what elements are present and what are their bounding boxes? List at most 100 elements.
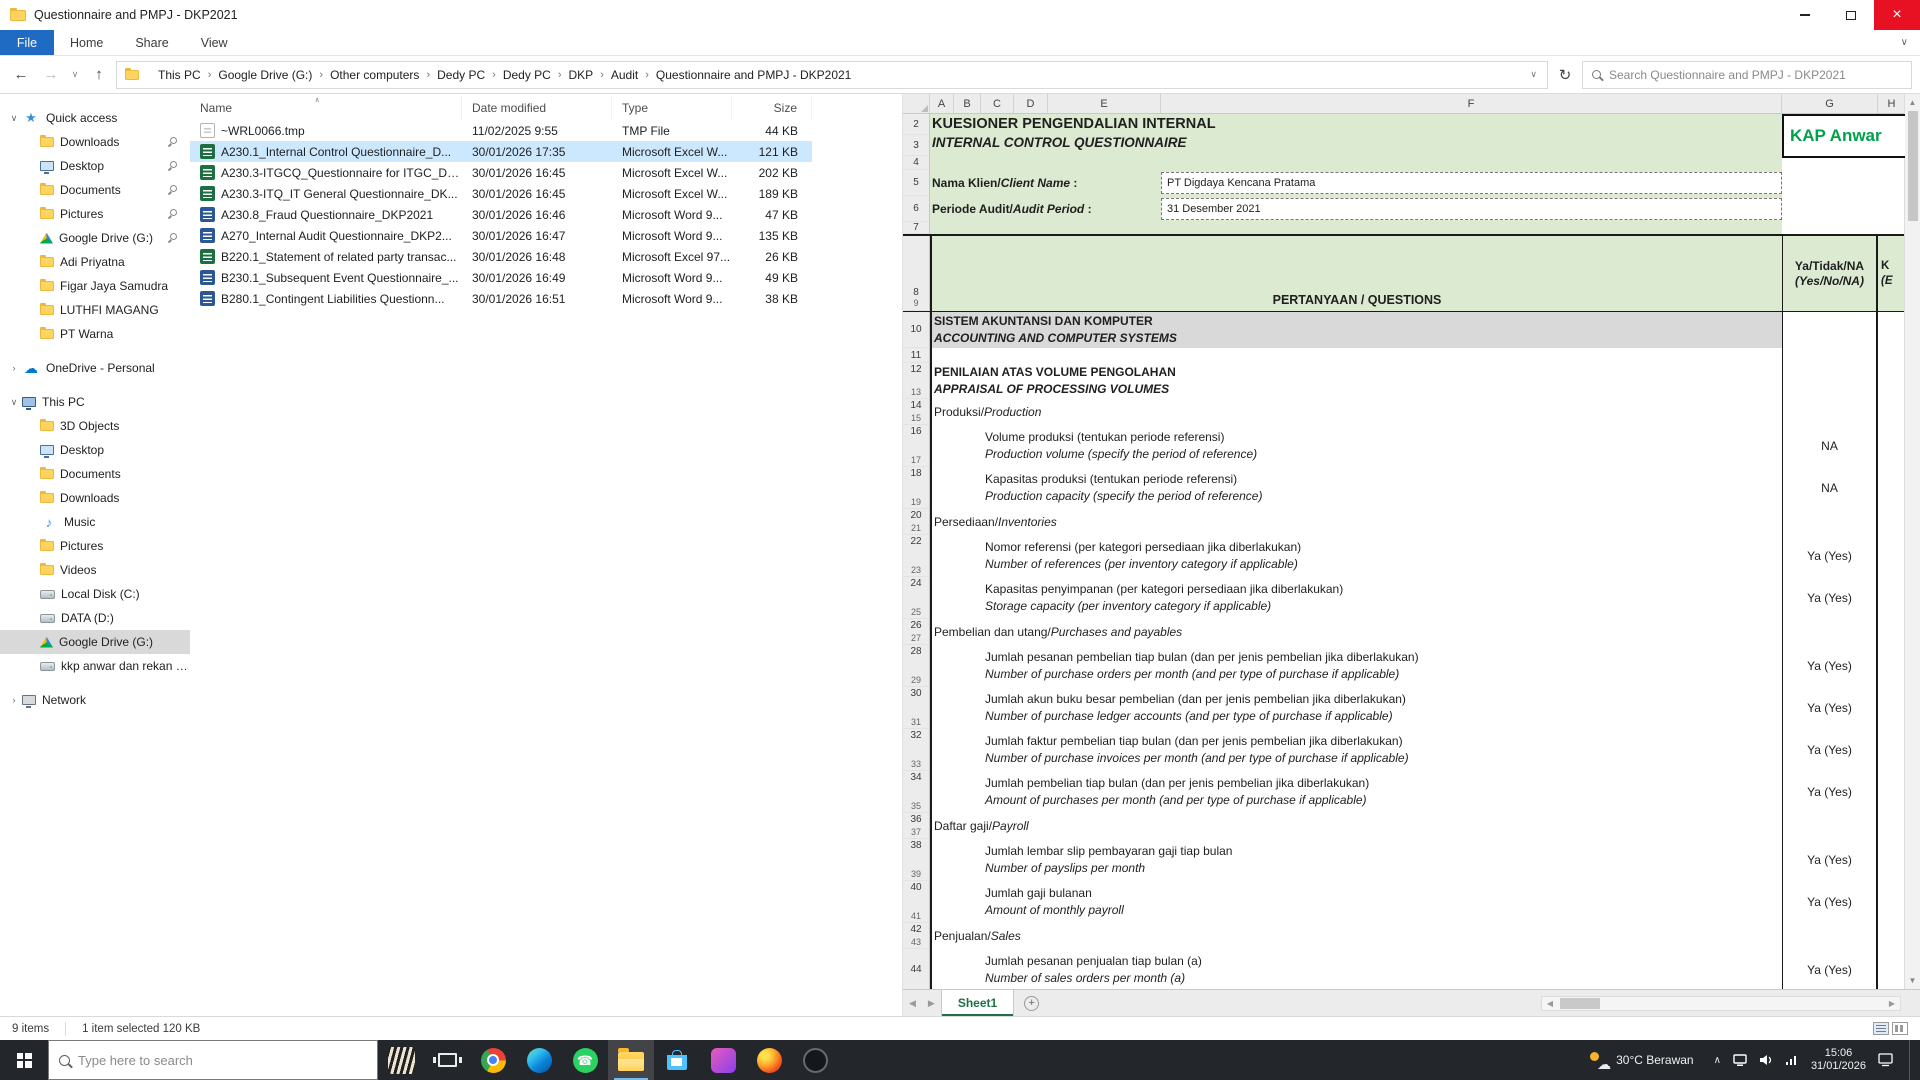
sheet-row[interactable]: 4041Jumlah gaji bulananAmount of monthly… [903,881,1905,923]
row-number[interactable]: 2223 [903,535,930,577]
sidebar-item[interactable]: Pictures [0,534,190,558]
start-button[interactable] [0,1040,48,1080]
sheet-row[interactable]: 3233Jumlah faktur pembelian tiap bulan (… [903,729,1905,771]
column-header-F[interactable]: F [1161,94,1782,113]
file-row[interactable]: A230.1_Internal Control Questionnaire_D.… [190,141,812,162]
row-number[interactable]: 2021 [903,509,930,535]
sheet-prev-icon[interactable]: ◀ [903,998,922,1009]
sheet-row[interactable]: 1819Kapasitas produksi (tentukan periode… [903,467,1905,509]
column-header-G[interactable]: G [1782,94,1878,113]
row-number[interactable]: 2627 [903,619,930,645]
address-bar[interactable]: This PC›Google Drive (G:)›Other computer… [116,61,1548,89]
taskbar-app-purple[interactable] [700,1040,746,1080]
row-number[interactable]: 10 [903,312,930,348]
tab-share[interactable]: Share [119,30,184,55]
maximize-button[interactable] [1828,0,1874,30]
file-row[interactable]: B280.1_Contingent Liabilities Questionn.… [190,288,812,309]
taskbar-search[interactable] [48,1040,378,1080]
sidebar-item[interactable]: DATA (D:) [0,606,190,630]
sidebar-item[interactable]: Google Drive (G:) [0,630,190,654]
chevron-icon[interactable]: ∨ [6,113,22,124]
sidebar-section-network[interactable]: ›Network [0,688,190,712]
vertical-scrollbar[interactable]: ▲ ▼ [1904,94,1920,989]
sheet-row[interactable]: 2KUESIONER PENGENDALIAN INTERNAL [903,114,1905,135]
column-header-A[interactable]: A [930,94,954,113]
sidebar-item[interactable]: Music [0,510,190,534]
vertical-scroll-thumb[interactable] [1908,111,1918,221]
row-number[interactable]: 11 [903,348,930,363]
horizontal-scroll-thumb[interactable] [1560,998,1600,1009]
answer-cell[interactable]: Ya (Yes) [1782,839,1878,881]
select-all-corner[interactable] [903,94,930,113]
row-number[interactable]: 2425 [903,577,930,619]
file-row[interactable]: ~WRL0066.tmp11/02/2025 9:55TMP File44 KB [190,120,812,141]
sheet-tab[interactable]: Sheet1 [941,990,1014,1016]
column-header-D[interactable]: D [1014,94,1048,113]
breadcrumb-item[interactable]: Questionnaire and PMPJ - DKP2021 [649,68,858,82]
breadcrumb-item[interactable]: Dedy PC [496,68,558,82]
close-button[interactable]: × [1874,0,1920,30]
sidebar-item[interactable]: Figar Jaya Samudra [0,274,190,298]
forward-button[interactable]: → [38,66,64,83]
volume-icon[interactable] [1759,1054,1773,1066]
sidebar-item[interactable]: Google Drive (G:) [0,226,190,250]
file-menu[interactable]: File [0,30,54,55]
taskbar-file-explorer[interactable] [608,1040,654,1080]
scroll-left-icon[interactable]: ◀ [1542,999,1558,1008]
row-number[interactable]: 1819 [903,467,930,509]
sidebar-item[interactable]: LUTHFI MAGANG [0,298,190,322]
sheet-row[interactable]: 89PERTANYAAN / QUESTIONSYa/Tidak/NA(Yes/… [903,234,1905,312]
breadcrumb-item[interactable]: Audit [604,68,645,82]
sheet-row[interactable]: 3435Jumlah pembelian tiap bulan (dan per… [903,771,1905,813]
search-input[interactable] [1609,68,1902,82]
row-number[interactable]: 2 [903,114,930,135]
answer-cell[interactable]: NA [1782,467,1878,509]
column-header-size[interactable]: Size [732,96,812,120]
row-number[interactable]: 7 [903,222,930,234]
add-sheet-icon[interactable]: + [1024,996,1039,1011]
sheet-row[interactable]: 6Periode Audit/Audit Period :31 Desember… [903,196,1905,222]
history-dropdown-icon[interactable]: ∨ [68,69,82,80]
sheet-row[interactable]: 1617Volume produksi (tentukan periode re… [903,425,1905,467]
sheet-row[interactable]: 44Jumlah pesanan penjualan tiap bulan (a… [903,949,1905,989]
scroll-down-icon[interactable]: ▼ [1909,972,1917,989]
file-row[interactable]: A230.3-ITGCQ_Questionnaire for ITGC_DK..… [190,162,812,183]
row-number[interactable]: 3637 [903,813,930,839]
tab-home[interactable]: Home [54,30,119,55]
sidebar-section-this-pc[interactable]: ∨This PC [0,390,190,414]
row-number[interactable]: 3031 [903,687,930,729]
sheet-row[interactable]: 3INTERNAL CONTROL QUESTIONNAIRE [903,135,1905,156]
hidden-icons-chevron[interactable]: ∧ [1714,1055,1721,1066]
clock[interactable]: 15:06 31/01/2026 [1811,1047,1866,1073]
sheet-row[interactable]: 3031Jumlah akun buku besar pembelian (da… [903,687,1905,729]
sidebar-item[interactable]: Downloads [0,486,190,510]
sheet-row[interactable]: 2829Jumlah pesanan pembelian tiap bulan … [903,645,1905,687]
row-number[interactable]: 4041 [903,881,930,923]
answer-cell[interactable]: Ya (Yes) [1782,577,1878,619]
taskbar-firefox[interactable] [746,1040,792,1080]
chevron-icon[interactable]: › [6,695,22,705]
sidebar-section-onedrive[interactable]: ›OneDrive - Personal [0,356,190,380]
sidebar-item[interactable]: Documents [0,462,190,486]
sidebar-item[interactable]: Desktop [0,154,190,178]
show-desktop-button[interactable] [1909,1040,1914,1080]
scroll-right-icon[interactable]: ▶ [1884,999,1900,1008]
row-number[interactable]: 3435 [903,771,930,813]
sheet-row[interactable]: 1213PENILAIAN ATAS VOLUME PENGOLAHANAPPR… [903,363,1905,399]
column-header-name[interactable]: ∧Name [190,96,462,120]
back-button[interactable]: ← [8,66,34,83]
taskbar-zebra-photo[interactable] [378,1040,424,1080]
column-header-B[interactable]: B [954,94,981,113]
sheet-row[interactable]: 4243Penjualan/Sales [903,923,1905,949]
sidebar-item[interactable]: PT Warna [0,322,190,346]
row-number[interactable]: 1213 [903,363,930,399]
column-header-date-modified[interactable]: Date modified [462,96,612,120]
taskbar-app-dark[interactable] [792,1040,838,1080]
sidebar-item[interactable]: Documents [0,178,190,202]
chevron-icon[interactable]: ∨ [6,397,22,408]
sheet-row[interactable]: 7 [903,222,1905,234]
network-icon[interactable] [1785,1054,1799,1066]
row-number[interactable]: 5 [903,170,930,196]
file-row[interactable]: A230.3-ITQ_IT General Questionnaire_DK..… [190,183,812,204]
breadcrumb-item[interactable]: Google Drive (G:) [211,68,319,82]
